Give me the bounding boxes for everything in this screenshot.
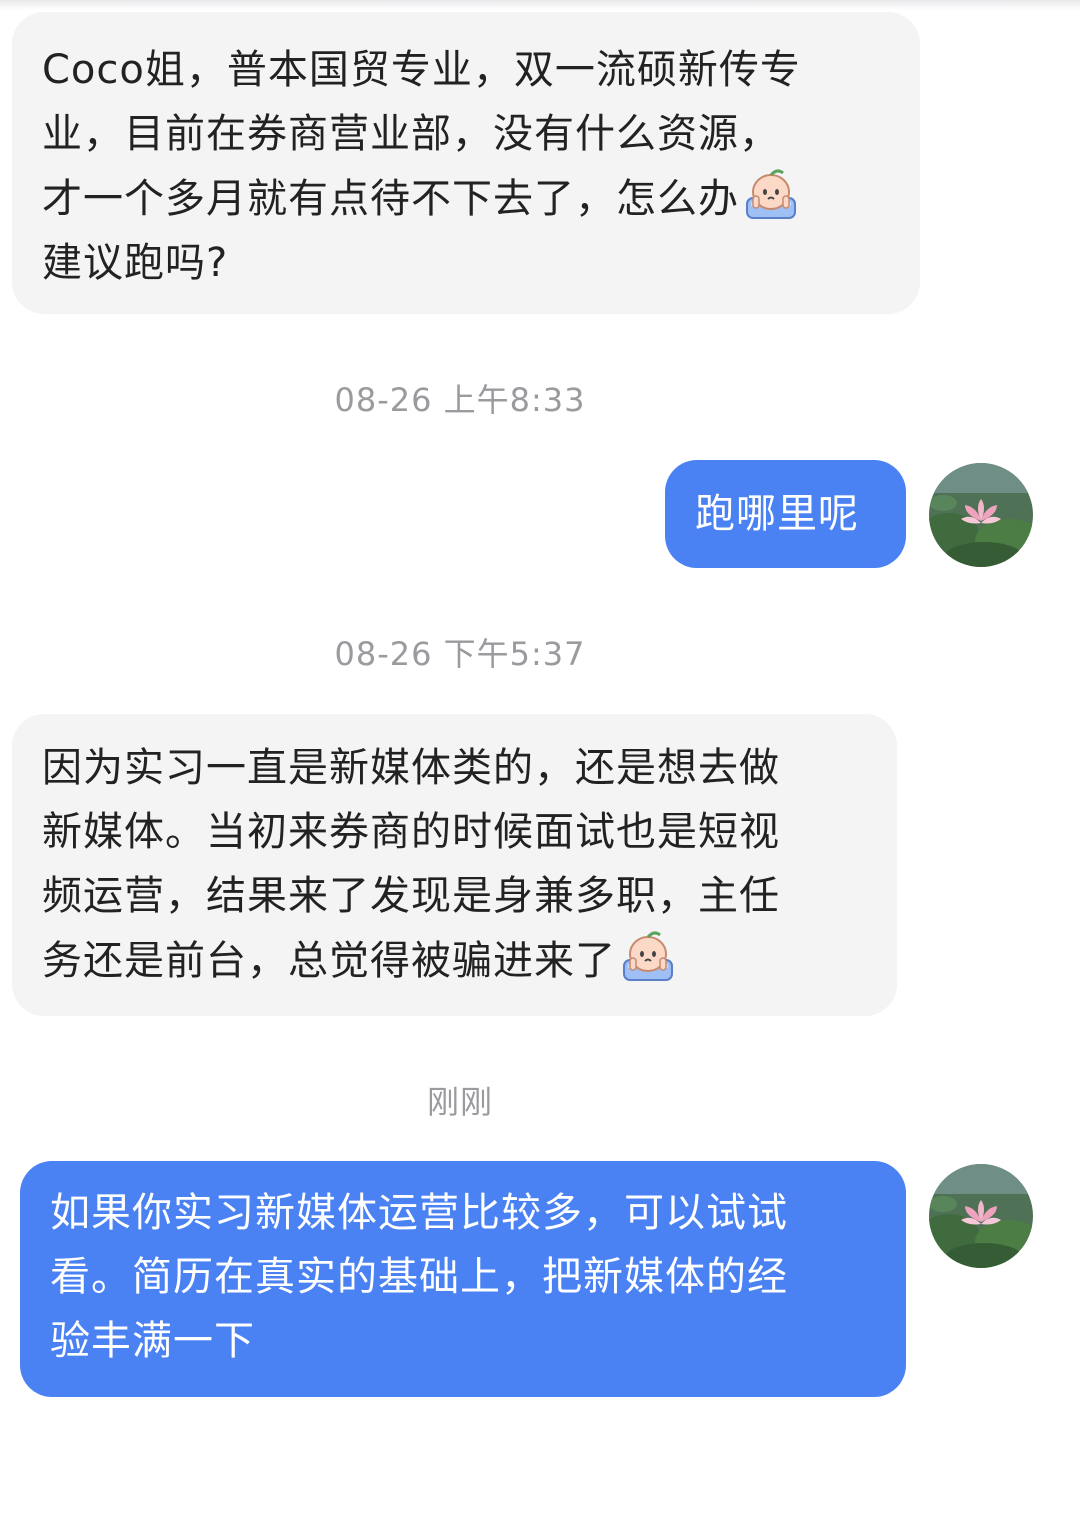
incoming-message-bubble[interactable]: 因为实习一直是新媒体类的，还是想去做 新媒体。当初来券商的时候面试也是短视 频运… [12,714,897,1016]
message-text-line: 验丰满一下 [50,1318,255,1364]
message-text-line: 如果你实习新媒体运营比较多，可以试试 [50,1190,788,1236]
message-text-line: 新媒体。当初来券商的时候面试也是短视 [42,809,780,855]
message-text-line: 业，目前在券商营业部，没有什么资源， [42,111,780,157]
incoming-message-bubble[interactable]: Coco姐，普本国贸专业，双一流硕新传专 业，目前在券商营业部，没有什么资源， … [12,12,920,314]
outgoing-message-bubble[interactable]: 跑哪里呢 [665,460,906,568]
message-text-line: 频运营，结果来了发现是身兼多职，主任 [42,873,780,919]
message-text-line: 务还是前台，总觉得被骗进来了 [42,928,897,993]
crying-peach-emoji-icon [623,931,673,981]
message-text-line: 因为实习一直是新媒体类的，还是想去做 [42,745,780,791]
message-timestamp: 08-26 下午5:37 [334,635,586,673]
outgoing-message-bubble[interactable]: 如果你实习新媒体运营比较多，可以试试 看。简历在真实的基础上，把新媒体的经 验丰… [20,1161,906,1397]
lotus-flower-avatar-icon [929,1164,1033,1268]
message-text-line: 跑哪里呢 [695,491,859,537]
message-text-line: 才一个多月就有点待不下去了，怎么办 [42,166,920,231]
user-avatar[interactable] [929,1164,1033,1268]
message-text-line: Coco姐，普本国贸专业，双一流硕新传专 [42,47,801,93]
top-shadow [0,0,1080,10]
message-text-line: 建议跑吗? [42,240,229,286]
lotus-flower-avatar-icon [929,463,1033,567]
message-text-line: 看。简历在真实的基础上，把新媒体的经 [50,1254,788,1300]
crying-peach-emoji-icon [746,169,796,219]
message-timestamp: 08-26 上午8:33 [334,381,586,419]
user-avatar[interactable] [929,463,1033,567]
message-timestamp: 刚刚 [426,1083,493,1121]
